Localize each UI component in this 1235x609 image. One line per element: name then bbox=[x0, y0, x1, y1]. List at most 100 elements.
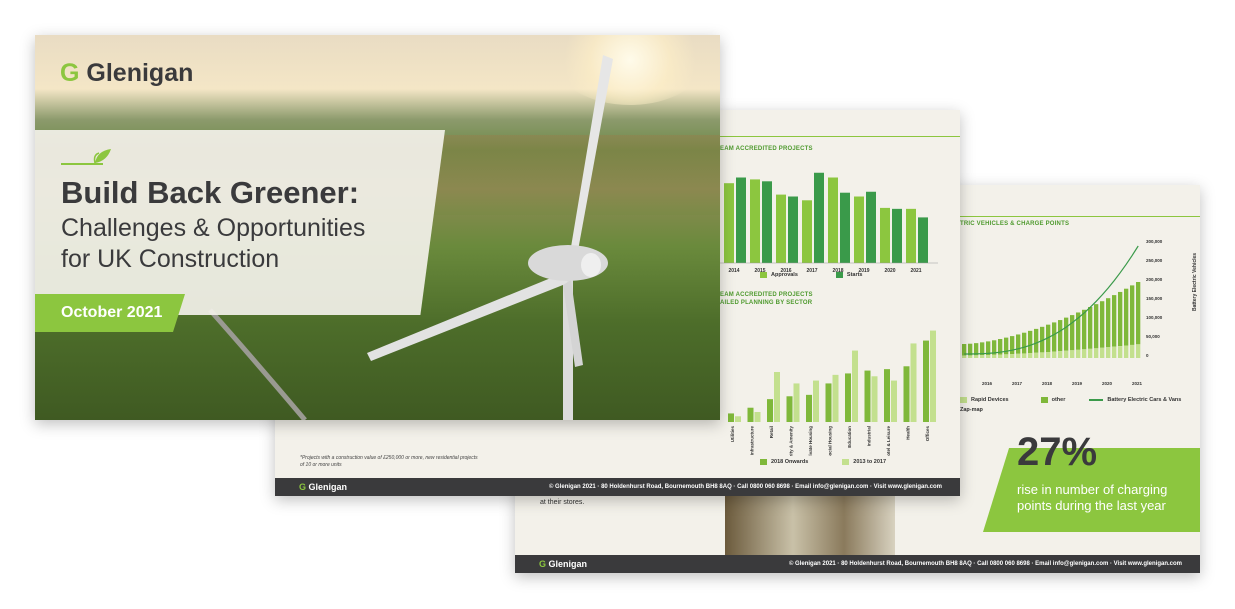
leaf-icon bbox=[61, 147, 111, 165]
sector-legend: 2018 Onwards 2013 to 2017 bbox=[760, 459, 886, 465]
ev-bar-rapid bbox=[1058, 351, 1063, 358]
ev-bar-other bbox=[1010, 336, 1015, 355]
bar-sector-6-0 bbox=[845, 373, 851, 422]
ev-bar-other bbox=[1106, 298, 1111, 348]
ev-bar-other bbox=[1058, 320, 1063, 352]
ev-bar-rapid bbox=[1028, 353, 1033, 358]
bar-sector-9-1 bbox=[910, 343, 917, 422]
ev-bar-other bbox=[1094, 304, 1099, 349]
sector-label: Infrastructure bbox=[750, 426, 755, 456]
ev-year-2019: 2019 bbox=[1072, 381, 1083, 386]
bar-sector-7-1 bbox=[871, 376, 878, 422]
footer-address: © Glenigan 2021 · 80 Holdenhurst Road, B… bbox=[548, 484, 942, 490]
sector-section-title-line2: AILED PLANNING BY SECTOR bbox=[720, 300, 813, 306]
bar-sector-10-0 bbox=[923, 340, 929, 422]
cover-subtitle-line2: for UK Construction bbox=[61, 245, 280, 273]
ev-bar-rapid bbox=[1112, 346, 1117, 358]
ev-y-tick: 300,000 bbox=[1146, 240, 1163, 244]
legend-other: other bbox=[1051, 397, 1066, 403]
bar-starts-2020 bbox=[892, 208, 902, 263]
ev-bar-rapid bbox=[1100, 347, 1105, 358]
bar-approvals-2016 bbox=[776, 194, 786, 263]
ev-y-axis-label: Battery Electric Vehicles bbox=[1192, 252, 1198, 311]
sector-label: Retail bbox=[769, 426, 774, 438]
breeam-legend: Approvals Starts bbox=[760, 272, 863, 278]
ev-bar-other bbox=[1124, 288, 1129, 346]
bar-approvals-2020 bbox=[880, 207, 890, 263]
bar-sector-6-1 bbox=[852, 350, 858, 422]
divider bbox=[715, 136, 960, 137]
ev-bar-rapid bbox=[1088, 348, 1093, 358]
ev-bar-rapid bbox=[1064, 350, 1069, 358]
bar-approvals-2019 bbox=[854, 196, 864, 263]
ev-bar-other bbox=[1028, 330, 1033, 354]
bar-sector-1-1 bbox=[754, 412, 761, 422]
bar-sector-5-1 bbox=[832, 374, 839, 422]
ev-bar-rapid bbox=[986, 355, 991, 358]
bar-starts-2019 bbox=[866, 191, 876, 263]
bar-approvals-2021 bbox=[906, 208, 916, 263]
bar-sector-1-0 bbox=[747, 407, 754, 422]
ev-bar-rapid bbox=[962, 355, 967, 358]
breeam-chart: 2014 2015 2016 2017 2018 2019 2020 2021 bbox=[720, 172, 938, 274]
bar-starts-2015 bbox=[762, 181, 772, 263]
sector-label: Private Housing bbox=[808, 426, 813, 456]
bar-sector-8-0 bbox=[884, 369, 890, 422]
sector-label: Health bbox=[906, 426, 911, 440]
bar-sector-3-0 bbox=[786, 396, 793, 422]
ev-bar-other bbox=[1052, 322, 1057, 352]
divider bbox=[960, 216, 1200, 217]
ev-bar-rapid bbox=[1022, 353, 1027, 358]
legend-2013: 2013 to 2017 bbox=[853, 459, 887, 465]
ev-y-tick: 150,000 bbox=[1146, 296, 1163, 301]
bar-approvals-2017 bbox=[802, 200, 812, 263]
ev-chart: 2016 2017 2018 2019 2020 2021 300,000 250,000 20… bbox=[962, 240, 1163, 386]
bar-sector-9-0 bbox=[903, 366, 910, 422]
ev-bar-rapid bbox=[1118, 346, 1123, 358]
cover-date: October 2021 bbox=[61, 304, 163, 321]
legend-swatch bbox=[1040, 397, 1048, 403]
bar-sector-2-0 bbox=[767, 399, 773, 422]
sector-label: Offices bbox=[925, 426, 930, 442]
legend-swatch bbox=[760, 272, 767, 278]
ev-bar-rapid bbox=[998, 354, 1003, 358]
page-footer: G Glenigan © Glenigan 2021 · 80 Holdenhu… bbox=[275, 478, 960, 496]
sector-label: Utilities bbox=[730, 426, 735, 443]
x-tick-2014: 2014 bbox=[728, 268, 739, 274]
ev-bar-rapid bbox=[974, 355, 979, 358]
ev-bar-rapid bbox=[1016, 353, 1021, 358]
bar-approvals-2018 bbox=[828, 177, 838, 263]
bar-starts-2018 bbox=[840, 192, 850, 263]
bar-sector-5-0 bbox=[825, 383, 832, 422]
bar-approvals-2015 bbox=[750, 179, 760, 263]
ev-y-tick: 50,000 bbox=[1146, 334, 1160, 339]
bar-sector-0-1 bbox=[735, 416, 741, 422]
ev-year-2018: 2018 bbox=[1042, 381, 1053, 386]
ev-bar-other bbox=[1070, 315, 1075, 351]
stat-caption-line2: points during the last year bbox=[1017, 498, 1166, 513]
x-tick-2020: 2020 bbox=[884, 268, 895, 274]
ev-bar-rapid bbox=[1094, 348, 1099, 358]
ev-bar-rapid bbox=[968, 355, 973, 358]
charger-photo bbox=[725, 495, 895, 555]
sector-label: Social Housing bbox=[828, 426, 833, 456]
ev-section-title: TRIC VEHICLES & CHARGE POINTS bbox=[960, 221, 1070, 227]
ev-bar-other bbox=[1064, 317, 1069, 351]
ev-year-2020: 2020 bbox=[1102, 381, 1113, 386]
legend-rapid: Rapid Devices bbox=[971, 397, 1009, 403]
footer-logo: G Glenigan bbox=[299, 482, 348, 492]
ev-y-tick: 250,000 bbox=[1146, 258, 1163, 263]
ev-bar-rapid bbox=[1106, 347, 1111, 358]
ev-bar-rapid bbox=[980, 355, 985, 358]
ev-bar-other bbox=[1016, 334, 1021, 354]
cover-title: Build Back Greener: bbox=[61, 175, 360, 210]
ev-bar-rapid bbox=[1034, 352, 1039, 358]
ev-bar-other bbox=[1112, 295, 1117, 347]
ev-bar-rapid bbox=[1052, 351, 1057, 358]
breeam-section-title: EAM ACCREDITED PROJECTS bbox=[720, 146, 813, 152]
sector-chart: Utilities Infrastructure Retail Community &… bbox=[728, 330, 936, 456]
legend-line bbox=[1089, 399, 1104, 401]
bar-starts-2016 bbox=[788, 196, 798, 263]
ev-y-tick: 200,000 bbox=[1146, 277, 1163, 282]
legend-2018: 2018 Onwards bbox=[771, 459, 809, 465]
